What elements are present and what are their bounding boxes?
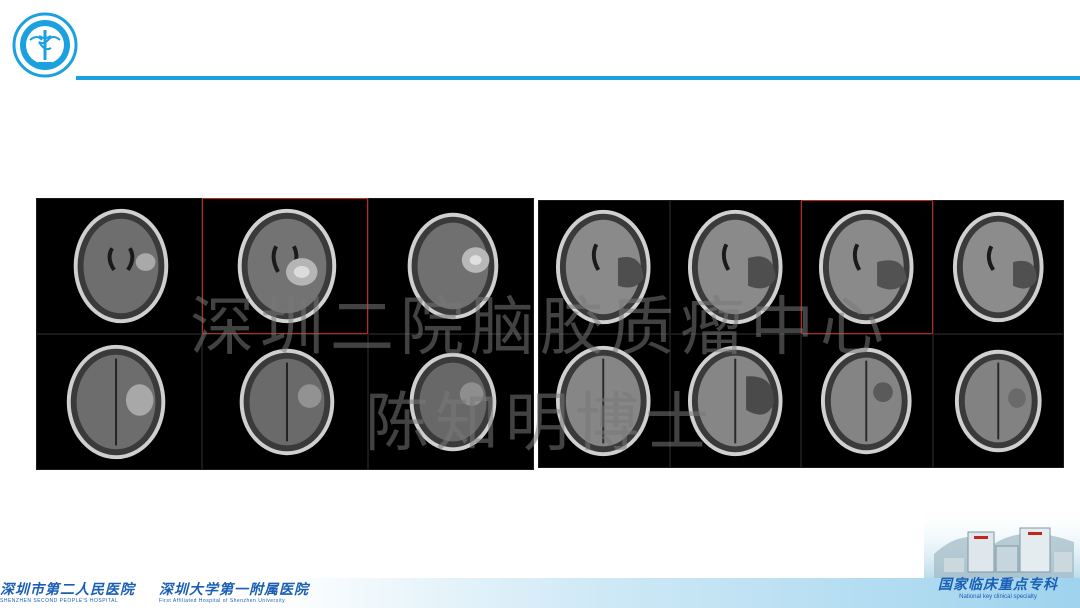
mri-slice xyxy=(36,198,202,334)
header-rule xyxy=(76,76,1080,80)
specialty-badge: 国家临床重点专科 National key clinical specialty xyxy=(938,578,1058,600)
mri-panel-preop xyxy=(36,198,534,470)
specialty-name-en: National key clinical specialty xyxy=(959,594,1037,600)
mri-slice xyxy=(801,334,933,468)
mri-slice xyxy=(368,198,534,334)
mri-slice xyxy=(202,334,368,470)
mri-slice xyxy=(538,334,670,468)
mri-slice xyxy=(368,334,534,470)
specialty-name-cn: 国家临床重点专科 xyxy=(938,577,1058,593)
hospital-1-name-en: SHENZHEN SECOND PEOPLE'S HOSPITAL xyxy=(0,597,119,604)
hospital-logo-2: 深圳大学第一附属医院 First Affiliated Hospital of … xyxy=(159,583,309,604)
mri-slice xyxy=(932,334,1064,468)
mri-slice-highlighted xyxy=(801,200,933,334)
hospital-building-image xyxy=(924,506,1080,578)
hospital-1-name-cn: 深圳市第二人民医院 xyxy=(0,581,135,598)
hospital-logos: 深圳市第二人民医院 SHENZHEN SECOND PEOPLE'S HOSPI… xyxy=(0,580,309,606)
mri-slice xyxy=(932,200,1064,334)
mri-panel-postop xyxy=(538,200,1064,468)
mri-slice xyxy=(538,200,670,334)
mri-slice xyxy=(669,334,801,468)
hospital-2-name-cn: 深圳大学第一附属医院 xyxy=(159,581,309,598)
hospital-2-name-en: First Affiliated Hospital of Shenzhen Un… xyxy=(159,597,286,604)
mri-slice-highlighted xyxy=(202,198,368,334)
mri-slice xyxy=(36,334,202,470)
mri-slice xyxy=(669,200,801,334)
hospital-emblem-icon xyxy=(10,12,80,78)
hospital-logo-1: 深圳市第二人民医院 SHENZHEN SECOND PEOPLE'S HOSPI… xyxy=(0,583,135,604)
